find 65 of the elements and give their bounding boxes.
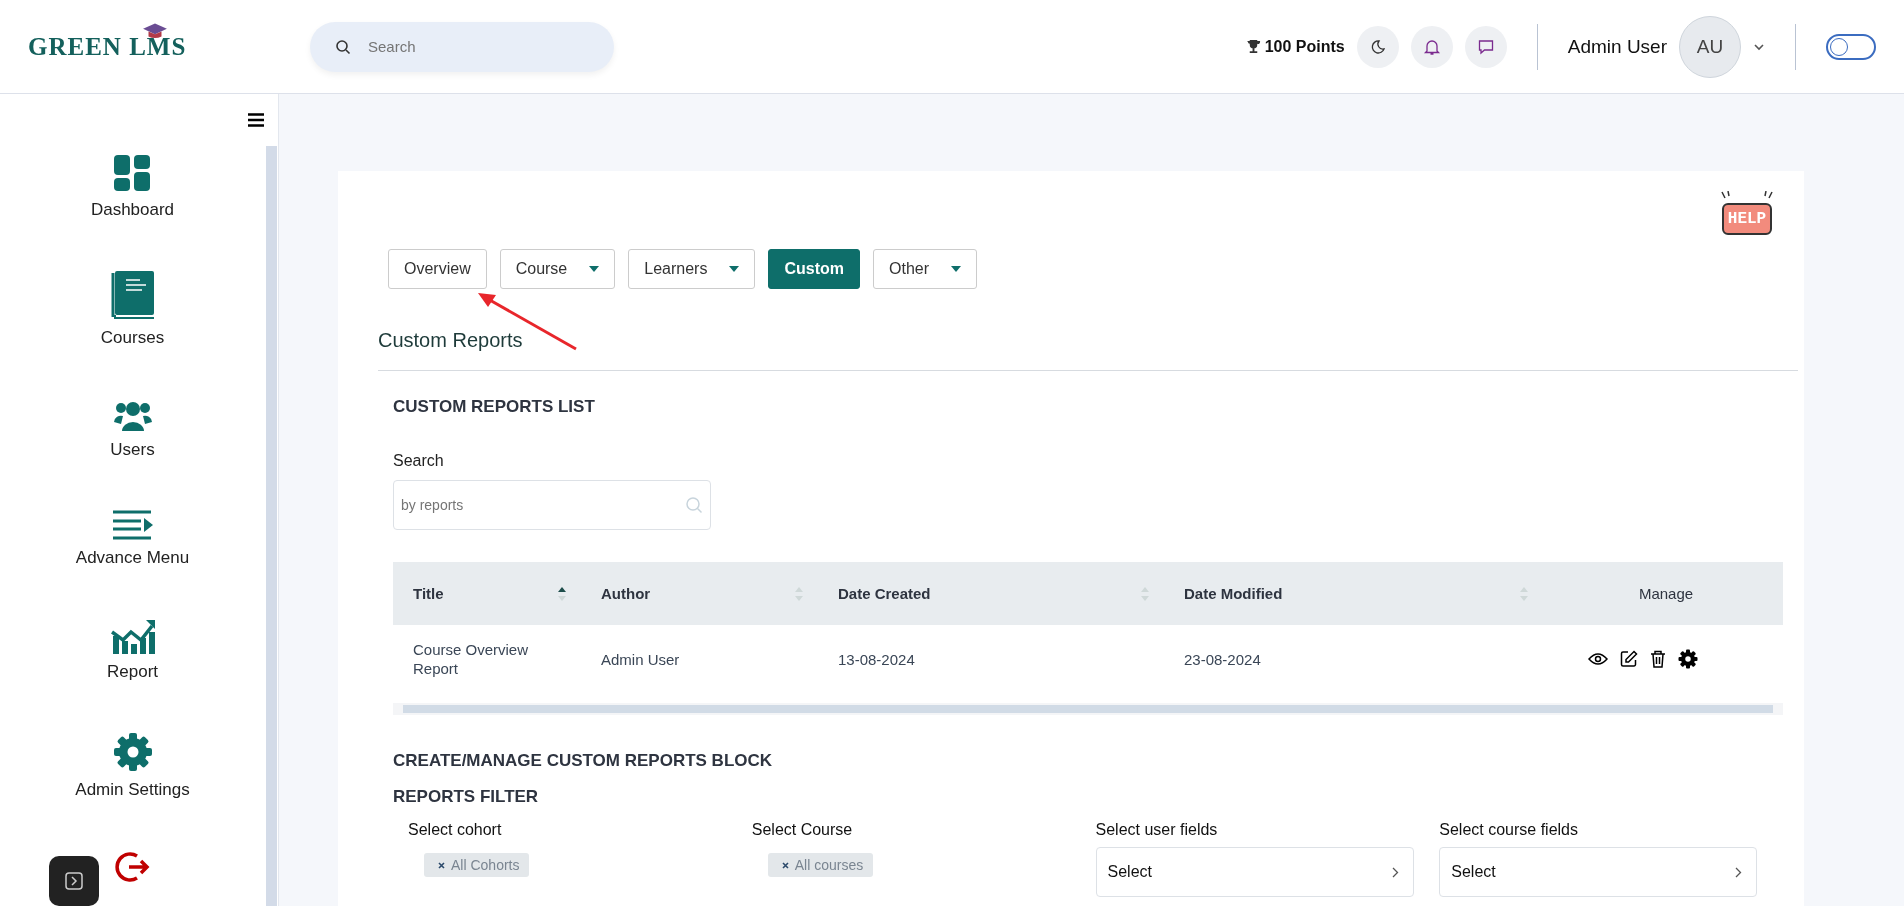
chat-icon — [1476, 37, 1495, 56]
graduation-cap-icon — [142, 21, 168, 40]
book-icon — [110, 270, 155, 320]
moon-icon — [1369, 38, 1386, 55]
edit-icon[interactable] — [1620, 650, 1638, 668]
search-icon — [335, 38, 351, 55]
report-tab[interactable]: Custom — [768, 249, 860, 289]
sidebar-item[interactable]: Advance Menu — [75, 510, 190, 568]
page-title: Custom Reports — [378, 329, 524, 352]
search-icon — [685, 496, 703, 514]
logo[interactable]: GREEN LMS — [28, 32, 187, 60]
points-count: 100 Points — [1264, 37, 1345, 56]
filter-label: Select course fields — [1439, 821, 1579, 839]
user-name[interactable]: Admin User — [1567, 35, 1667, 58]
remove-icon[interactable] — [438, 861, 445, 869]
expand-button[interactable] — [49, 856, 99, 906]
sidebar-item[interactable]: Courses — [100, 270, 165, 348]
eye-icon[interactable] — [1588, 652, 1608, 666]
search-label: Search — [393, 452, 445, 470]
bar-chart-trend-icon — [110, 618, 155, 654]
toggle-switch[interactable] — [1826, 33, 1876, 60]
gear-icon[interactable] — [1678, 649, 1698, 669]
chevron-right-icon — [1391, 866, 1399, 878]
dashboard-icon — [113, 154, 152, 192]
section-heading: CUSTOM REPORTS LIST — [393, 397, 596, 417]
sidebar-item[interactable]: Report — [107, 618, 158, 682]
column-header[interactable]: Title — [393, 584, 581, 603]
table-cell-text: 23-08-2024 — [1183, 650, 1262, 668]
bell-icon — [1422, 37, 1441, 56]
sidebar-item[interactable]: Dashboard — [90, 154, 175, 220]
select-field[interactable]: Select — [1439, 847, 1758, 897]
section-heading: REPORTS FILTER — [393, 787, 540, 807]
remove-icon[interactable] — [781, 861, 789, 869]
report-tab[interactable]: Learners — [628, 249, 756, 289]
filter-label: Select Course — [751, 821, 854, 839]
sidebar-item[interactable]: Users — [110, 398, 155, 460]
gear-icon — [112, 732, 153, 772]
list-arrow-icon — [112, 510, 153, 540]
report-tab[interactable]: Course — [499, 249, 616, 289]
search-field[interactable]: by reports — [393, 480, 711, 530]
filter-label: Select user fields — [1095, 821, 1219, 839]
chevron-right-icon — [1735, 866, 1743, 878]
logout-icon[interactable] — [114, 850, 151, 884]
search-field[interactable]: Search — [310, 21, 614, 72]
select-field[interactable]: Select — [1095, 847, 1414, 897]
table-cell-text: Course Overview Report — [412, 639, 530, 679]
chevron-right-square-icon — [65, 872, 83, 890]
column-header[interactable]: Date Modified — [1164, 584, 1543, 603]
menu-icon[interactable] — [248, 113, 264, 127]
trash-icon[interactable] — [1650, 650, 1666, 668]
chevron-down-icon[interactable] — [1753, 42, 1765, 51]
column-header: Manage — [1637, 585, 1695, 602]
horizontal-scrollbar[interactable] — [393, 703, 1783, 715]
section-heading: CREATE/MANAGE CUSTOM REPORTS BLOCK — [393, 751, 774, 771]
filter-label: Select cohort — [408, 821, 503, 839]
report-tab[interactable]: Other — [873, 249, 977, 289]
user-avatar[interactable]: AU — [1679, 15, 1741, 78]
table-cell-text: Admin User — [600, 650, 681, 668]
scrollbar[interactable] — [266, 146, 277, 906]
trophy-icon — [1245, 39, 1261, 54]
column-header[interactable]: Author — [581, 584, 818, 603]
column-header[interactable]: Date Created — [818, 584, 1164, 603]
table-cell-text: 13-08-2024 — [837, 650, 916, 668]
sidebar-item[interactable]: Admin Settings — [75, 732, 190, 800]
report-tab[interactable]: Overview — [388, 249, 487, 289]
